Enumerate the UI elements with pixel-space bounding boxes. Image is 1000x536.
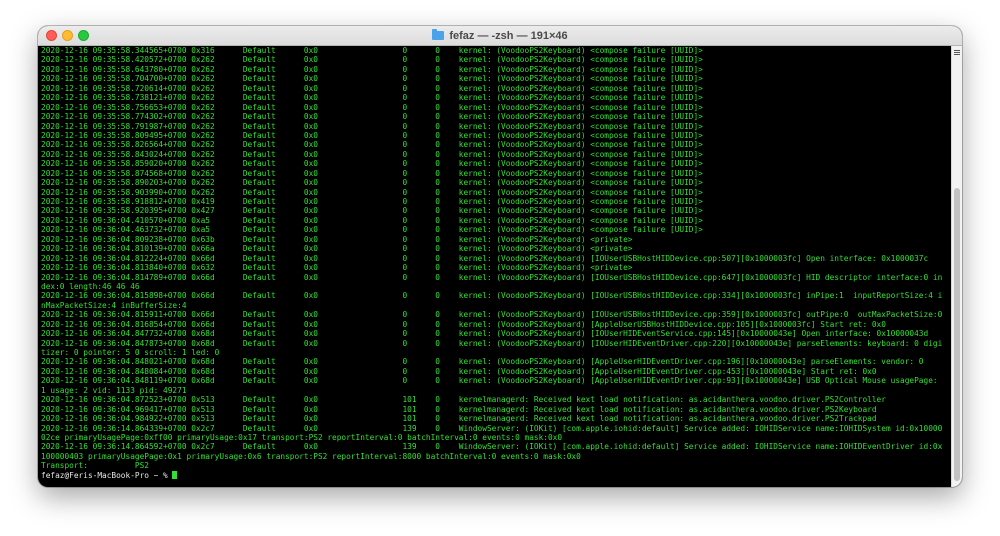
terminal-line: 2020-12-16 09:35:58.859020+0700 0x262 De… <box>41 159 703 169</box>
terminal-line: 2020-12-16 09:35:58.809495+0700 0x262 De… <box>41 130 703 140</box>
terminal-line: 2020-12-16 09:36:04.848084+0700 0x68d De… <box>41 366 877 376</box>
terminal-line: 2020-12-16 09:35:58.826564+0700 0x262 De… <box>41 140 703 150</box>
terminal-line: 2020-12-16 09:35:58.903990+0700 0x262 De… <box>41 187 703 197</box>
terminal-line: 2020-12-16 09:35:58.720614+0700 0x262 De… <box>41 83 703 93</box>
terminal-line: 2020-12-16 09:36:04.872523+0700 0x513 De… <box>41 395 886 405</box>
window-title: fefaz — -zsh — 191×46 <box>449 29 568 42</box>
terminal-line: 2020-12-16 09:36:04.410570+0700 0xa5 Def… <box>41 215 703 225</box>
folder-icon <box>432 29 445 40</box>
terminal-line: Transport: PS2 <box>41 461 149 471</box>
terminal-line: 2020-12-16 09:35:58.344565+0700 0x316 De… <box>41 46 703 55</box>
terminal-line: 2020-12-16 09:36:04.984922+0700 0x513 De… <box>41 414 877 424</box>
terminal-line: 2020-12-16 09:35:58.704700+0700 0x262 De… <box>41 74 703 84</box>
terminal-line: 2020-12-16 09:36:04.814789+0700 0x66d De… <box>41 272 943 282</box>
terminal-line: tizer: 0 pointer: 5 0 scroll: 1 led: 0 <box>41 348 220 357</box>
terminal-line: 2020-12-16 09:36:04.816854+0700 0x66d De… <box>41 319 886 329</box>
terminal-line: 2020-12-16 09:36:04.848021+0700 0x68d De… <box>41 357 924 367</box>
window-title-container: fefaz — -zsh — 191×46 <box>38 26 962 45</box>
terminal-line: 2020-12-16 09:35:58.774302+0700 0x262 De… <box>41 112 703 122</box>
terminal-line: 2020-12-16 09:35:58.843024+0700 0x262 De… <box>41 149 703 159</box>
terminal-line: 2020-12-16 09:36:14.864592+0700 0x2c7 De… <box>41 442 943 452</box>
terminal-line: 100000403 primaryUsagePage:0x1 primaryUs… <box>41 451 581 461</box>
terminal-line: 2020-12-16 09:35:58.920395+0700 0x427 De… <box>41 206 703 216</box>
terminal-line: 2020-12-16 09:35:58.420572+0700 0x262 De… <box>41 55 703 65</box>
terminal-line: 2020-12-16 09:35:58.756653+0700 0x262 De… <box>41 102 703 112</box>
text-cursor <box>172 470 178 479</box>
terminal-line: dex:0 length:46 46 46 <box>41 281 140 291</box>
terminal-line: 2020-12-16 09:36:04.815911+0700 0x66d De… <box>41 310 943 320</box>
terminal-line: 1 usage: 2 vid: 1133 pid: 49271 <box>41 385 187 395</box>
terminal-line: 2020-12-16 09:36:14.864339+0700 0x2c7 De… <box>41 423 943 433</box>
shell-prompt: fefaz@Feris-MacBook-Pro ~ % <box>41 470 173 480</box>
terminal-line: 2020-12-16 09:35:58.890203+0700 0x262 De… <box>41 178 703 188</box>
terminal-line: 2020-12-16 09:36:04.847732+0700 0x68d De… <box>41 329 929 339</box>
terminal-line: 2020-12-16 09:36:04.969417+0700 0x513 De… <box>41 404 877 414</box>
terminal-line: 2020-12-16 09:36:04.813840+0700 0x632 De… <box>41 263 633 273</box>
scrollbar-thumb[interactable] <box>954 188 960 481</box>
terminal-line: 2020-12-16 09:35:58.738121+0700 0x262 De… <box>41 93 703 103</box>
terminal-window: fefaz — -zsh — 191×46 2020-12-16 09:35:5… <box>38 26 962 487</box>
terminal-line: 02ce primaryUsagePage:0xff00 primaryUsag… <box>41 432 563 442</box>
terminal-line: 2020-12-16 09:36:04.809238+0700 0x63b De… <box>41 234 633 244</box>
terminal-line: 2020-12-16 09:36:04.463732+0700 0xa5 Def… <box>41 225 703 235</box>
terminal-line: 2020-12-16 09:36:04.810139+0700 0x66a De… <box>41 244 633 254</box>
terminal-line: 2020-12-16 09:36:04.847873+0700 0x68d De… <box>41 338 943 348</box>
terminal-line: 2020-12-16 09:36:04.812224+0700 0x66d De… <box>41 253 929 263</box>
terminal-line: 2020-12-16 09:35:58.874568+0700 0x262 De… <box>41 168 703 178</box>
menu-icon[interactable] <box>954 50 960 55</box>
shell-prompt-line[interactable]: fefaz@Feris-MacBook-Pro ~ % <box>41 470 952 480</box>
terminal-line: 2020-12-16 09:36:04.848119+0700 0x68d De… <box>41 376 938 386</box>
terminal-line: 2020-12-16 09:35:58.791987+0700 0x262 De… <box>41 121 703 131</box>
terminal-output[interactable]: 2020-12-16 09:35:58.344565+0700 0x316 De… <box>38 46 952 487</box>
title-bar[interactable]: fefaz — -zsh — 191×46 <box>38 26 962 46</box>
terminal-line: 2020-12-16 09:35:58.643780+0700 0x262 De… <box>41 64 703 74</box>
terminal-line: 2020-12-16 09:35:58.918812+0700 0x419 De… <box>41 197 703 206</box>
terminal-line: 2020-12-16 09:36:04.815898+0700 0x66d De… <box>41 291 943 301</box>
vertical-scrollbar[interactable] <box>951 46 962 487</box>
terminal-line: nMaxPacketSize:4 inBufferSize:4 <box>41 300 187 310</box>
